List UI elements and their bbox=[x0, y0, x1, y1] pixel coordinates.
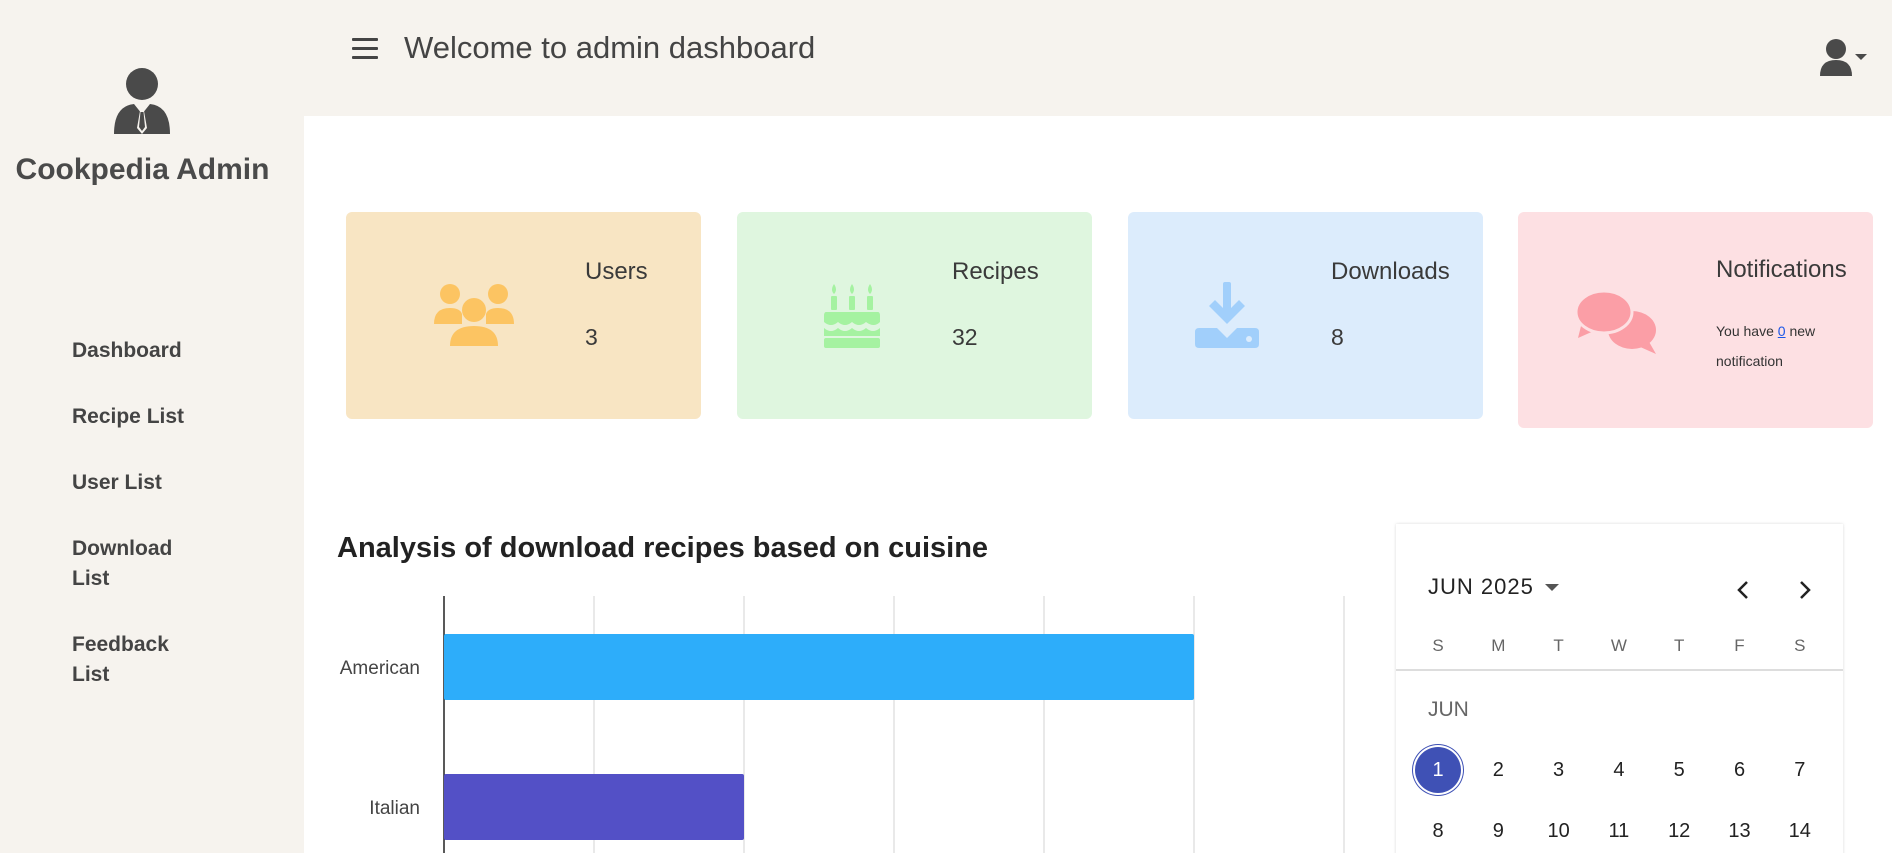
calendar-day[interactable]: 14 bbox=[1775, 806, 1825, 853]
page-title: Welcome to admin dashboard bbox=[404, 30, 816, 65]
calendar-day[interactable]: 13 bbox=[1715, 806, 1765, 853]
chart-category-label: American bbox=[340, 658, 420, 679]
cuisine-bar-chart: American Italian bbox=[340, 596, 1345, 853]
calendar: JUN 2025 SMTWTFS JUN 1 2 3 4 5 6 7 8 9 10 11 12 13 14 bbox=[1396, 524, 1843, 853]
chart-title: Analysis of download recipes based on cu… bbox=[337, 532, 989, 564]
users-group-icon bbox=[434, 284, 514, 346]
notifications-message: You have 0 new notification bbox=[1716, 316, 1861, 376]
calendar-day[interactable]: 3 bbox=[1534, 745, 1584, 795]
chat-bubbles-icon bbox=[1576, 289, 1656, 354]
notifications-card[interactable]: Notifications You have 0 new notificatio… bbox=[1518, 212, 1873, 428]
calendar-day[interactable]: 9 bbox=[1473, 806, 1523, 853]
chart-bar bbox=[444, 634, 1194, 700]
calendar-divider bbox=[1396, 669, 1843, 671]
previous-month-icon[interactable] bbox=[1730, 576, 1758, 604]
chevron-down-icon bbox=[1544, 584, 1559, 592]
downloads-label: Downloads bbox=[1331, 258, 1450, 285]
downloads-count: 8 bbox=[1331, 324, 1344, 350]
notification-text-before: You have bbox=[1716, 323, 1778, 339]
calendar-day[interactable]: 1 bbox=[1413, 745, 1463, 795]
notification-count-link[interactable]: 0 bbox=[1778, 323, 1786, 339]
recipes-label: Recipes bbox=[952, 258, 1039, 285]
calendar-weekday: S bbox=[1432, 636, 1444, 655]
users-count: 3 bbox=[585, 324, 598, 350]
calendar-day[interactable]: 5 bbox=[1654, 745, 1704, 795]
calendar-day[interactable]: 12 bbox=[1654, 806, 1704, 853]
calendar-weekday: T bbox=[1553, 636, 1564, 655]
downloads-card[interactable]: Downloads 8 bbox=[1128, 212, 1483, 419]
notifications-label: Notifications bbox=[1716, 256, 1847, 283]
calendar-month-label: JUN bbox=[1428, 698, 1469, 721]
calendar-weekday: S bbox=[1794, 636, 1806, 655]
calendar-day[interactable]: 10 bbox=[1534, 806, 1584, 853]
brand-name: Cookpedia Admin bbox=[15, 153, 270, 186]
sidebar-item-dashboard[interactable]: Dashboard bbox=[72, 336, 232, 366]
menu-icon[interactable] bbox=[352, 38, 378, 62]
sidebar-item-user-list[interactable]: User List bbox=[72, 468, 232, 498]
calendar-day[interactable]: 2 bbox=[1473, 745, 1523, 795]
recipes-card[interactable]: Recipes 32 bbox=[737, 212, 1092, 419]
sidebar-item-download-list[interactable]: Download List bbox=[72, 534, 192, 594]
calendar-day[interactable]: 6 bbox=[1715, 745, 1765, 795]
next-month-icon[interactable] bbox=[1790, 576, 1818, 604]
users-card[interactable]: Users 3 bbox=[346, 212, 701, 419]
download-icon bbox=[1195, 282, 1259, 348]
sidebar-item-recipe-list[interactable]: Recipe List bbox=[72, 402, 232, 432]
users-label: Users bbox=[585, 258, 648, 285]
calendar-day[interactable]: 4 bbox=[1594, 745, 1644, 795]
chart-category-label: Italian bbox=[369, 798, 420, 819]
calendar-weekday: M bbox=[1491, 636, 1506, 655]
chart-bar bbox=[444, 774, 744, 840]
sidebar-item-feedback-list[interactable]: Feedback List bbox=[72, 630, 192, 690]
birthday-cake-icon bbox=[824, 284, 880, 348]
sidebar: Cookpedia Admin Dashboard Recipe List Us… bbox=[0, 0, 304, 853]
admin-user-icon bbox=[114, 68, 170, 134]
calendar-weekday: F bbox=[1734, 636, 1745, 655]
calendar-weekday: T bbox=[1673, 636, 1685, 655]
calendar-month-year: JUN 2025 bbox=[1428, 574, 1534, 599]
recipes-count: 32 bbox=[952, 324, 978, 350]
user-account-icon[interactable] bbox=[1818, 38, 1868, 76]
calendar-day[interactable]: 11 bbox=[1594, 806, 1644, 853]
calendar-month-selector[interactable]: JUN 2025 bbox=[1428, 574, 1559, 600]
calendar-day[interactable]: 8 bbox=[1413, 806, 1463, 853]
calendar-weekday: W bbox=[1610, 636, 1627, 655]
calendar-day[interactable]: 7 bbox=[1775, 745, 1825, 795]
top-header: Welcome to admin dashboard bbox=[304, 0, 1892, 116]
